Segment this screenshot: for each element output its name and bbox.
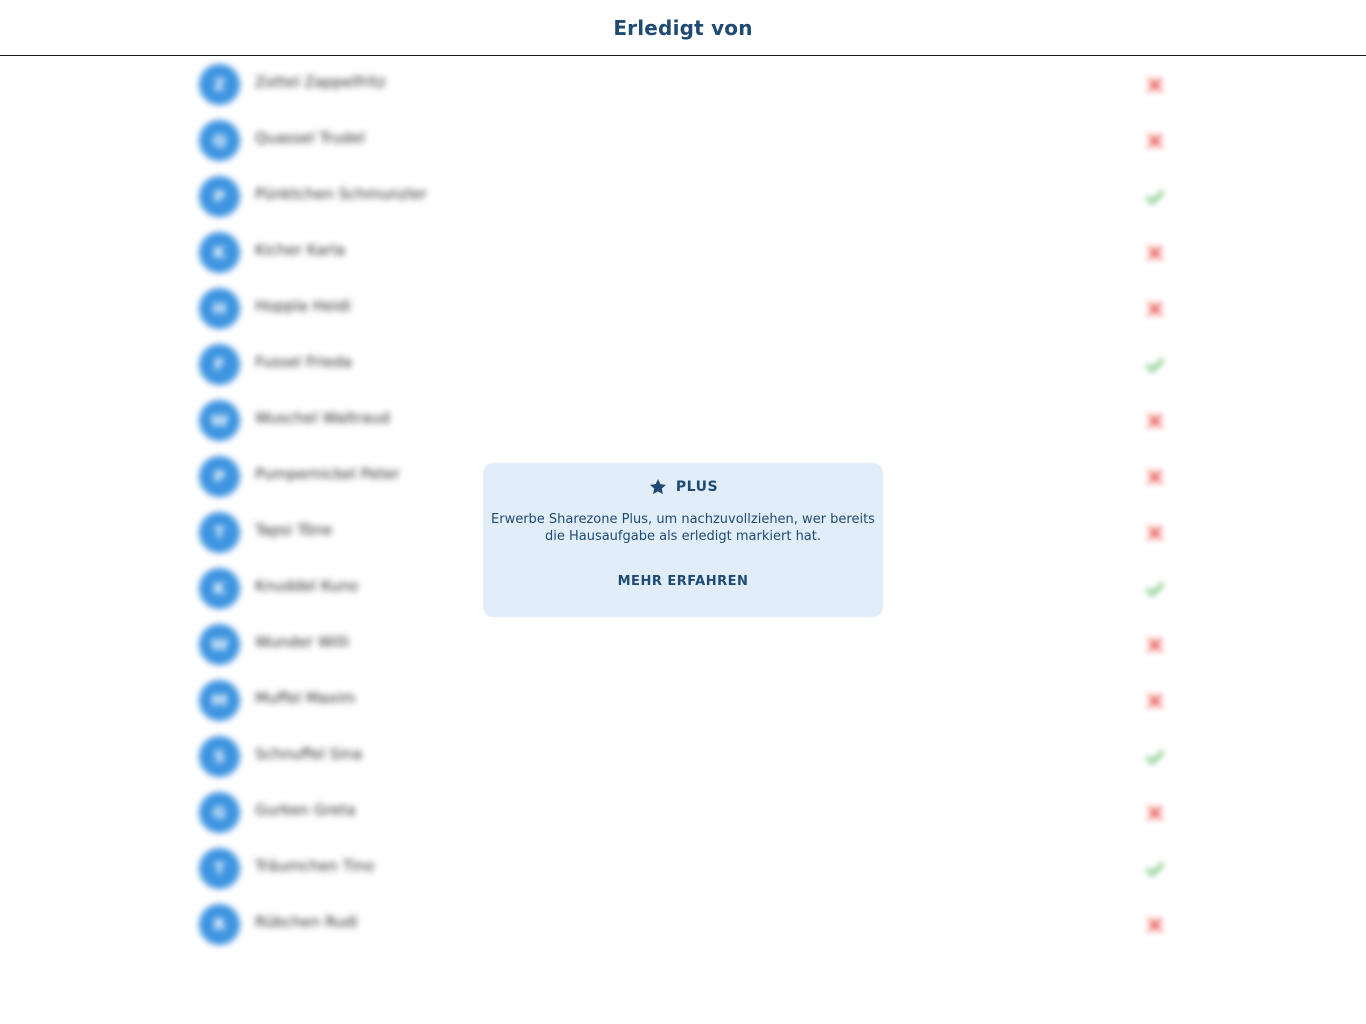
- check-icon: [1146, 863, 1164, 876]
- member-row[interactable]: R Rübchen Rudi: [0, 897, 1366, 953]
- check-icon: [1146, 751, 1164, 764]
- member-name: Knuddel Kuno: [255, 577, 359, 595]
- cross-icon: [1148, 918, 1162, 932]
- learn-more-button[interactable]: MEHR ERFAHREN: [603, 567, 763, 595]
- avatar: M: [199, 680, 240, 721]
- avatar: F: [199, 344, 240, 385]
- member-name: Gurken Greta: [255, 801, 356, 819]
- member-name: Pünktchen Schmunzler: [255, 185, 427, 203]
- member-row[interactable]: T Träumchen Tino: [0, 841, 1366, 897]
- member-name: Muffel Maxim: [255, 689, 356, 707]
- member-name: Zottel Zappelfritz: [255, 73, 386, 91]
- member-row[interactable]: Q Quassel Trudel: [0, 113, 1366, 169]
- member-row[interactable]: H Hoppla Heidi: [0, 281, 1366, 337]
- member-name: Wuschel Waltraud: [255, 409, 391, 427]
- avatar: G: [199, 792, 240, 833]
- member-name: Hoppla Heidi: [255, 297, 351, 315]
- member-row[interactable]: F Fussel Frieda: [0, 337, 1366, 393]
- avatar: T: [199, 512, 240, 553]
- avatar: R: [199, 904, 240, 945]
- avatar: P: [199, 456, 240, 497]
- cross-icon: [1148, 470, 1162, 484]
- member-name: Träumchen Tino: [255, 857, 375, 875]
- plus-label: PLUS: [675, 479, 719, 495]
- avatar: Z: [199, 64, 240, 105]
- avatar: W: [199, 624, 240, 665]
- member-row[interactable]: S Schnuffel Sina: [0, 729, 1366, 785]
- cross-icon: [1148, 134, 1162, 148]
- member-row[interactable]: Z Zottel Zappelfritz: [0, 57, 1366, 113]
- cross-icon: [1148, 78, 1162, 92]
- check-icon: [1146, 359, 1164, 372]
- member-name: Wunder Willi: [255, 633, 350, 651]
- member-name: Quassel Trudel: [255, 129, 365, 147]
- cross-icon: [1148, 414, 1162, 428]
- plus-card-header: PLUS: [483, 477, 883, 497]
- member-name: Kicher Karla: [255, 241, 346, 259]
- member-row[interactable]: M Muffel Maxim: [0, 673, 1366, 729]
- member-row[interactable]: W Wuschel Waltraud: [0, 393, 1366, 449]
- avatar: S: [199, 736, 240, 777]
- check-icon: [1146, 583, 1164, 596]
- plus-card-description: Erwerbe Sharezone Plus, um nachzuvollzie…: [491, 512, 875, 544]
- member-name: Tapsi Töne: [255, 521, 333, 539]
- avatar: T: [199, 848, 240, 889]
- avatar: P: [199, 176, 240, 217]
- member-row[interactable]: W Wunder Willi: [0, 617, 1366, 673]
- avatar: W: [199, 400, 240, 441]
- check-icon: [1146, 191, 1164, 204]
- app-bar: Erledigt von: [0, 0, 1366, 56]
- avatar: Q: [199, 120, 240, 161]
- cross-icon: [1148, 806, 1162, 820]
- cross-icon: [1148, 638, 1162, 652]
- avatar: K: [199, 232, 240, 273]
- member-row[interactable]: K Kicher Karla: [0, 225, 1366, 281]
- cross-icon: [1148, 246, 1162, 260]
- plus-upsell-card: PLUS Erwerbe Sharezone Plus, um nachzuvo…: [483, 463, 883, 617]
- star-icon: [650, 479, 666, 495]
- avatar: H: [199, 288, 240, 329]
- member-name: Pumpernickel Peter: [255, 465, 400, 483]
- cross-icon: [1148, 526, 1162, 540]
- cross-icon: [1148, 302, 1162, 316]
- page-title: Erledigt von: [613, 15, 753, 40]
- member-row[interactable]: G Gurken Greta: [0, 785, 1366, 841]
- avatar: K: [199, 568, 240, 609]
- member-name: Fussel Frieda: [255, 353, 352, 371]
- member-name: Schnuffel Sina: [255, 745, 363, 763]
- member-row[interactable]: P Pünktchen Schmunzler: [0, 169, 1366, 225]
- member-name: Rübchen Rudi: [255, 913, 358, 931]
- cross-icon: [1148, 694, 1162, 708]
